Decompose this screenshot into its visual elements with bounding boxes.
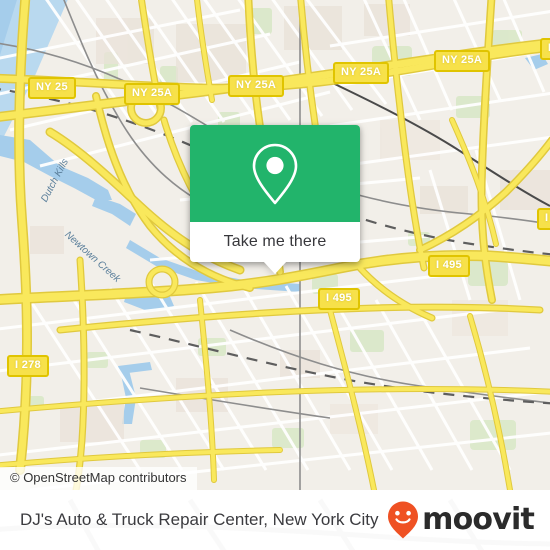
map-canvas[interactable]: NY 25 NY 25A NY 25A NY 25A NY 25A N I 4 … [0,0,550,490]
road-shield-clipped: N [540,38,550,60]
callout-icon-area [190,125,360,222]
road-shield: I 495 [318,288,360,310]
road-shield: NY 25A [434,50,491,72]
road-shield: NY 25A [333,62,390,84]
road-shield: I 495 [428,255,470,277]
callout-action-area[interactable]: Take me there [190,222,360,262]
road-shield: NY 25A [124,83,181,105]
map-pin-icon [252,143,298,204]
road-shield: NY 25 [28,77,76,99]
moovit-pin-smiley-icon [388,501,419,539]
map-share-card: NY 25 NY 25A NY 25A NY 25A NY 25A N I 4 … [0,0,550,550]
take-me-there-label: Take me there [223,233,327,250]
osm-attribution[interactable]: © OpenStreetMap contributors [0,467,197,490]
moovit-logo[interactable]: moovit [386,500,535,540]
footer-bar: DJ's Auto & Truck Repair Center, New Yor… [0,490,550,550]
callout-pointer-tail [263,261,287,274]
road-shield-clipped: I 4 [537,208,550,230]
place-title: DJ's Auto & Truck Repair Center, New Yor… [20,510,379,529]
road-shield: I 278 [7,355,49,377]
location-callout-card[interactable]: Take me there [190,125,360,274]
moovit-wordmark: moovit [422,502,535,537]
road-shield: NY 25A [228,75,285,97]
